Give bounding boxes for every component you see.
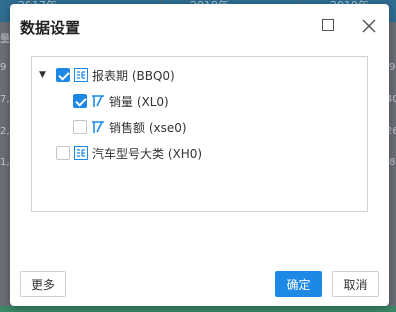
measure-icon: [92, 121, 104, 133]
checkbox-sales-volume[interactable]: [73, 94, 87, 108]
close-button[interactable]: [362, 18, 376, 33]
measure-icon: [92, 95, 104, 107]
checkbox-car-model[interactable]: [56, 146, 70, 160]
maximize-icon: [322, 19, 334, 31]
bg-cell: 9: [389, 62, 396, 73]
maximize-button[interactable]: [321, 18, 335, 32]
expand-arrow-icon[interactable]: ▼: [39, 70, 49, 80]
close-icon: [362, 19, 376, 33]
data-settings-dialog: 数据设置 ▼ 报表期 (BBQ0) 销量 (XL0) 销售额 (xse0) 汽车…: [10, 4, 389, 306]
tree-node-sales-amount[interactable]: 销售额 (xse0): [73, 118, 187, 136]
tree-node-car-model[interactable]: 汽车型号大类 (XH0): [56, 144, 202, 162]
tree-node-label: 汽车型号大类 (XH0): [92, 146, 203, 161]
bg-cell: 9: [0, 62, 7, 73]
bg-cell: 8: [389, 157, 396, 168]
tree-node-label: 销售额 (xse0): [109, 120, 187, 135]
checkbox-report-period[interactable]: [56, 68, 70, 82]
date-dimension-icon: [74, 68, 88, 82]
ok-button[interactable]: 确定: [275, 271, 322, 297]
bg-status-strip: [0, 306, 396, 312]
tree-node-label: 报表期 (BBQ0): [92, 68, 175, 83]
bg-cell: 7,: [0, 94, 10, 105]
more-button[interactable]: 更多: [20, 271, 66, 297]
tree-node-report-period[interactable]: ▼ 报表期 (BBQ0): [39, 66, 175, 84]
checkbox-sales-amount[interactable]: [73, 120, 87, 134]
tree-node-sales-volume[interactable]: 销量 (XL0): [73, 92, 169, 110]
dimension-icon: [74, 146, 88, 160]
tree-node-label: 销量 (XL0): [109, 94, 169, 109]
field-tree: ▼ 报表期 (BBQ0) 销量 (XL0) 销售额 (xse0) 汽车型号大类 …: [31, 56, 368, 212]
dialog-title: 数据设置: [20, 19, 81, 37]
bg-cell: 量: [0, 34, 10, 45]
cancel-button[interactable]: 取消: [332, 271, 379, 297]
